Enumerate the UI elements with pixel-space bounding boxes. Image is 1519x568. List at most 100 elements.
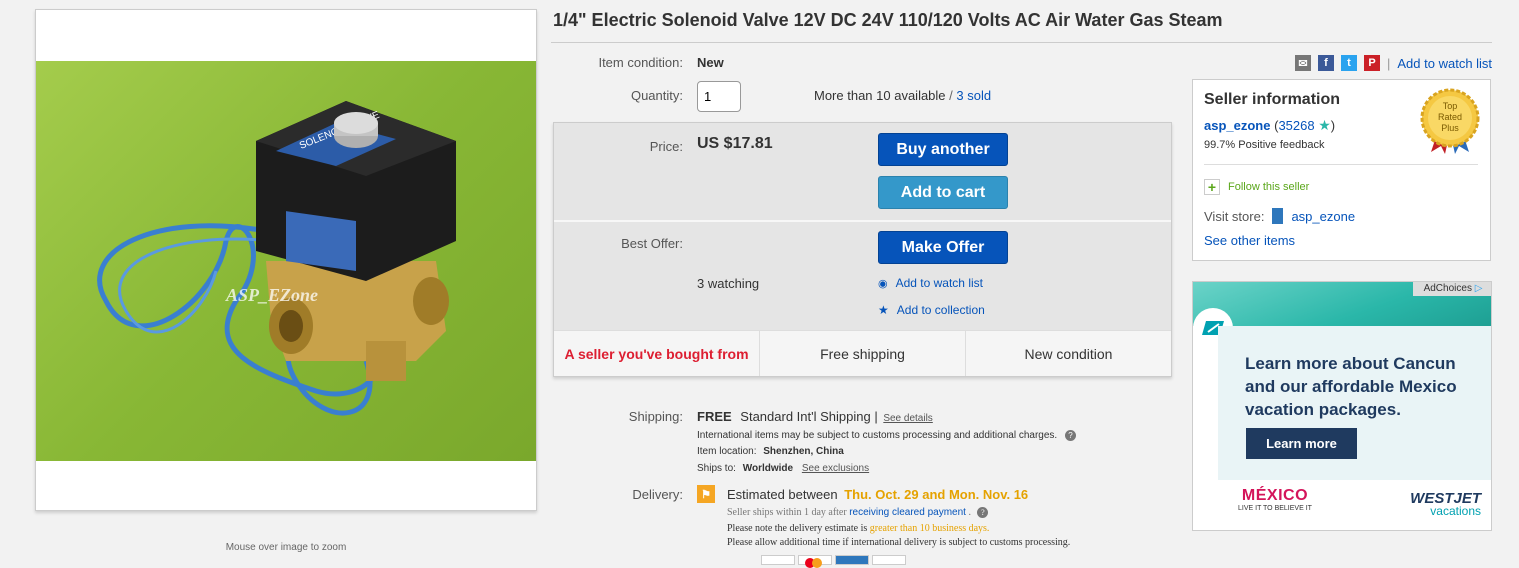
product-photo[interactable]: SOLENOID VALVE ASP_EZone [36, 61, 536, 461]
seller-name-link[interactable]: asp_ezone [1204, 118, 1270, 133]
visit-store-label: Visit store: [1204, 208, 1265, 224]
store-link[interactable]: asp_ezone [1291, 209, 1355, 224]
make-offer-button[interactable]: Make Offer [878, 231, 1008, 264]
title-divider [551, 42, 1492, 43]
pinterest-icon[interactable]: P [1364, 55, 1380, 71]
zoom-hint: Mouse over image to zoom [225, 542, 347, 553]
adchoices-label[interactable]: AdChoices [1424, 283, 1472, 294]
customs-note: International items may be subject to cu… [697, 430, 1076, 441]
share-bar: ✉ f t P | Add to watch list [1295, 55, 1492, 71]
location-label: Item location: [697, 446, 757, 457]
price-value: US $17.81 [697, 135, 773, 152]
shipping-method: Standard Int'l Shipping | [740, 409, 878, 424]
feedback-score-link[interactable]: 35268 [1278, 118, 1314, 133]
location-value: Shenzhen, China [763, 446, 844, 457]
see-other-items-link[interactable]: See other items [1204, 233, 1295, 248]
payment-icons [761, 555, 906, 568]
help-icon[interactable]: ? [977, 507, 989, 518]
ships-within-text: Seller ships within 1 day after [727, 507, 847, 518]
solenoid-valve-image: SOLENOID VALVE ASP_EZone [97, 101, 456, 416]
free-shipping-badge: Free shipping [760, 331, 966, 376]
top-rated-plus-badge: Top Rated Plus [1417, 88, 1483, 154]
quantity-availability: More than 10 available / 3 sold [814, 88, 991, 103]
watch-list-row[interactable]: ◉ Add to watch list [878, 276, 983, 290]
mastercard-icon [798, 555, 832, 568]
quantity-separator: / [949, 88, 953, 103]
share-separator: | [1387, 55, 1391, 71]
seller-info-panel: Seller information asp_ezone (35268 ★) 9… [1192, 79, 1491, 261]
help-icon[interactable]: ? [1064, 430, 1076, 441]
estimated-text: Estimated between [727, 487, 838, 502]
seller-heading: Seller information [1204, 91, 1341, 108]
listing-title: 1/4" Electric Solenoid Valve 12V DC 24V … [553, 10, 1223, 30]
sold-count-link[interactable]: 3 sold [956, 88, 991, 103]
top-watch-list-link[interactable]: Add to watch list [1397, 56, 1492, 71]
quantity-input[interactable] [697, 81, 741, 112]
delivery-note-2: Please allow additional time if internat… [727, 537, 1071, 548]
advertisement[interactable]: AdChoices ▷ Learn more about Cancun and … [1192, 281, 1492, 531]
feedback-star-icon: ★ [1318, 117, 1331, 133]
buy-another-button[interactable]: Buy another [878, 133, 1008, 166]
visit-store-row: Visit store: asp_ezone [1204, 208, 1355, 224]
westjet-vacations-logo: WESTJET vacations [1343, 490, 1481, 518]
delivery-note-text: Please note the delivery estimate is [727, 523, 868, 534]
ad-learn-more-button[interactable]: Learn more [1246, 428, 1357, 459]
star-icon: ★ [878, 303, 889, 317]
delivery-label: Delivery: [632, 487, 683, 502]
best-offer-label: Best Offer: [621, 236, 683, 251]
ships-within-period: . [968, 507, 971, 518]
ships-to-value: Worldwide [742, 463, 794, 474]
see-details-link[interactable]: See details [883, 413, 932, 424]
follow-seller-row[interactable]: + Follow this seller [1204, 179, 1309, 195]
watching-count: 3 watching [697, 276, 760, 291]
twitter-icon[interactable]: t [1341, 55, 1357, 71]
quantity-label: Quantity: [630, 88, 683, 103]
delivery-flag-icon: ⚑ [697, 485, 715, 503]
collection-row[interactable]: ★ Add to collection [878, 303, 985, 317]
mexico-wordmark: MÉXICO [1241, 487, 1309, 504]
email-icon[interactable]: ✉ [1295, 55, 1311, 71]
condition-label: Item condition: [598, 55, 683, 70]
badge-line-3: Plus [1441, 123, 1459, 133]
available-count: More than 10 available [814, 88, 946, 103]
plus-icon: + [1204, 179, 1220, 195]
badge-line-1: Top [1442, 101, 1458, 111]
see-exclusions-link[interactable]: See exclusions [802, 463, 869, 474]
ad-headline-line-3: vacation packages. [1245, 400, 1401, 419]
badge-text: Top Rated Plus [1417, 101, 1483, 134]
mexico-tagline: LIVE IT TO BELIEVE IT [1238, 505, 1312, 512]
add-to-collection-link[interactable]: Add to collection [897, 303, 985, 317]
seller-divider [1204, 164, 1478, 165]
shipping-free: FREE [697, 409, 732, 424]
delivery-dates: Thu. Oct. 29 and Mon. Nov. 16 [844, 487, 1029, 502]
facebook-icon[interactable]: f [1318, 55, 1334, 71]
ships-to-label: Ships to: [697, 463, 736, 474]
cleared-payment-link[interactable]: receiving cleared payment [849, 507, 966, 518]
positive-feedback: 99.7% Positive feedback [1204, 139, 1325, 151]
ad-headline: Learn more about Cancun and our affordab… [1245, 352, 1457, 421]
paypal-icon [761, 555, 795, 565]
adchoices[interactable]: AdChoices ▷ [1413, 282, 1491, 296]
price-label: Price: [649, 139, 683, 154]
ships-within-note: Seller ships within 1 day after receivin… [727, 507, 989, 518]
mexico-logo: MÉXICO LIVE IT TO BELIEVE IT [1238, 487, 1312, 512]
ad-headline-line-2: and our affordable Mexico [1245, 377, 1457, 396]
item-location: Item location: Shenzhen, China [697, 446, 844, 457]
discover-icon [872, 555, 906, 565]
price-box-divider [554, 220, 1171, 222]
new-condition-badge: New condition [1024, 345, 1113, 362]
highlights-strip: A seller you've bought from Free shippin… [554, 330, 1171, 376]
product-image-panel[interactable]: SOLENOID VALVE ASP_EZone [35, 9, 537, 511]
store-icon [1272, 208, 1284, 224]
badge-line-2: Rated [1437, 112, 1463, 122]
score-close-paren: ) [1330, 118, 1336, 133]
eye-icon: ◉ [878, 277, 888, 290]
follow-seller-link[interactable]: Follow this seller [1228, 181, 1309, 193]
seller-name-row: asp_ezone (35268 ★) [1204, 117, 1335, 134]
amex-icon [835, 555, 869, 565]
delivery-note-highlight: greater than 10 business days. [869, 523, 990, 534]
shipping-summary: FREE Standard Int'l Shipping | See detai… [697, 409, 933, 424]
add-to-watch-list-link[interactable]: Add to watch list [896, 276, 983, 290]
add-to-cart-button[interactable]: Add to cart [878, 176, 1008, 209]
delivery-estimate: Estimated between Thu. Oct. 29 and Mon. … [727, 487, 1028, 502]
